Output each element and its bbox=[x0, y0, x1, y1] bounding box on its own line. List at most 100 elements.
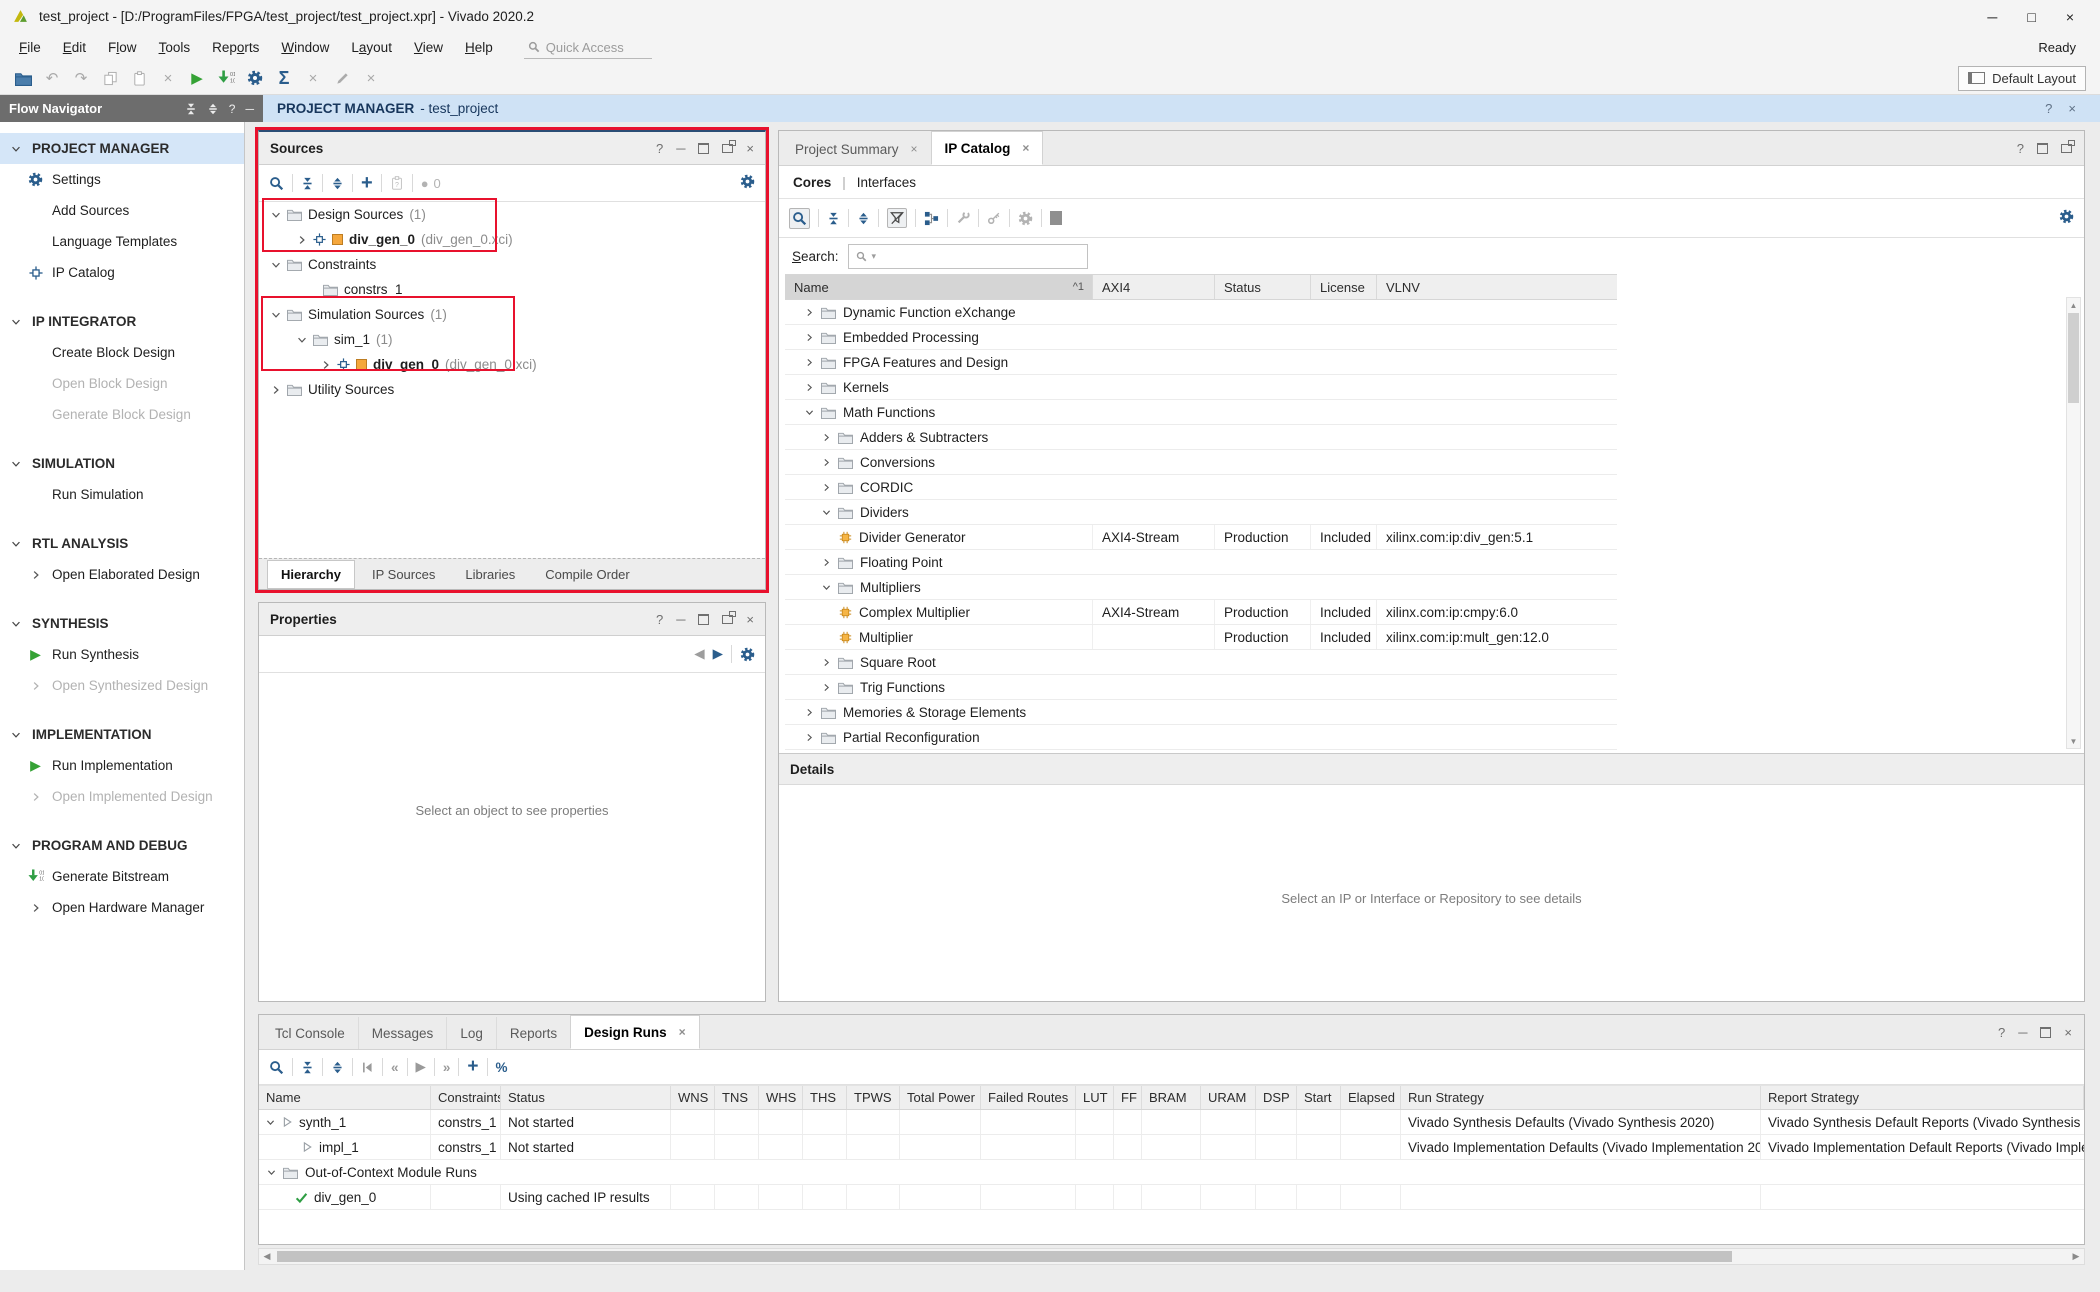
maximize-icon[interactable] bbox=[698, 143, 709, 154]
generate-bitstream-toolbar-button[interactable] bbox=[217, 69, 235, 87]
chevron-down-icon[interactable] bbox=[267, 1168, 276, 1177]
chevron-down-icon[interactable] bbox=[11, 317, 21, 327]
catalog-row[interactable]: Conversions bbox=[785, 450, 1617, 475]
tree-item-design-sources[interactable]: Design Sources(1) bbox=[259, 202, 765, 227]
section-project-manager[interactable]: PROJECT MANAGER bbox=[0, 133, 244, 164]
section-implementation[interactable]: IMPLEMENTATION bbox=[0, 719, 244, 750]
paste-button[interactable] bbox=[130, 69, 148, 87]
catalog-row[interactable]: Embedded Processing bbox=[785, 325, 1617, 350]
scroll-down-icon[interactable]: ▼ bbox=[2067, 734, 2080, 748]
chevron-right-icon[interactable] bbox=[822, 558, 831, 567]
chevron-right-icon[interactable] bbox=[27, 570, 44, 580]
run-button[interactable]: ▶ bbox=[188, 69, 206, 87]
minimize-icon[interactable]: ─ bbox=[2018, 1025, 2027, 1040]
tree-item-sim-1[interactable]: sim_1(1) bbox=[259, 327, 765, 352]
help-icon[interactable]: ? bbox=[2045, 101, 2052, 116]
chevron-right-icon[interactable] bbox=[271, 385, 281, 395]
section-ip-integrator[interactable]: IP INTEGRATOR bbox=[0, 306, 244, 337]
column-dsp[interactable]: DSP bbox=[1256, 1086, 1297, 1109]
column-lut[interactable]: LUT bbox=[1076, 1086, 1114, 1109]
gear-icon[interactable] bbox=[740, 647, 755, 662]
menu-flow[interactable]: Flow bbox=[97, 36, 148, 59]
column-name[interactable]: Name bbox=[259, 1086, 431, 1109]
expand-all-icon[interactable] bbox=[331, 1061, 344, 1074]
nav-language-templates[interactable]: Language Templates bbox=[0, 226, 244, 257]
collapse-all-icon[interactable] bbox=[301, 1061, 314, 1074]
close-button[interactable]: × bbox=[2066, 9, 2074, 25]
catalog-row[interactable]: Memories & Storage Elements bbox=[785, 700, 1617, 725]
catalog-ip-row-multiplier[interactable]: Multiplier Production Included xilinx.co… bbox=[785, 625, 1617, 650]
search-toggle-icon[interactable] bbox=[789, 208, 810, 229]
scroll-left-icon[interactable]: ◀ bbox=[259, 1249, 275, 1264]
chevron-down-icon[interactable] bbox=[11, 539, 21, 549]
quick-access-search[interactable]: Quick Access bbox=[524, 37, 652, 59]
catalog-row[interactable]: Kernels bbox=[785, 375, 1617, 400]
vertical-scrollbar[interactable]: ▲ ▼ bbox=[2066, 297, 2081, 749]
create-run-icon[interactable]: + bbox=[467, 1056, 478, 1078]
maximize-button[interactable]: □ bbox=[2027, 9, 2035, 25]
gear-icon[interactable] bbox=[2059, 209, 2074, 224]
tab-log[interactable]: Log bbox=[447, 1017, 497, 1049]
open-folder-button[interactable] bbox=[14, 69, 32, 87]
chevron-down-icon[interactable] bbox=[805, 408, 814, 417]
tab-tcl-console[interactable]: Tcl Console bbox=[262, 1017, 359, 1049]
column-license[interactable]: License bbox=[1311, 275, 1377, 299]
float-icon[interactable] bbox=[722, 144, 733, 153]
chevron-down-icon[interactable] bbox=[822, 508, 831, 517]
filter-icon[interactable] bbox=[887, 208, 907, 228]
column-total-power[interactable]: Total Power bbox=[900, 1086, 981, 1109]
expand-all-icon[interactable] bbox=[857, 212, 870, 225]
close-tab-icon[interactable]: × bbox=[1022, 141, 1029, 155]
run-row-impl-1[interactable]: impl_1 constrs_1 Not started Vivado Impl… bbox=[259, 1135, 2084, 1160]
column-status[interactable]: Status bbox=[501, 1086, 671, 1109]
copy-button[interactable] bbox=[101, 69, 119, 87]
catalog-row[interactable]: Dynamic Function eXchange bbox=[785, 300, 1617, 325]
chevron-down-icon[interactable] bbox=[11, 730, 21, 740]
gear-icon[interactable] bbox=[740, 174, 755, 189]
column-wns[interactable]: WNS bbox=[671, 1086, 715, 1109]
nav-ip-catalog[interactable]: IP Catalog bbox=[0, 257, 244, 288]
chevron-right-icon[interactable] bbox=[822, 683, 831, 692]
edit-button[interactable] bbox=[333, 69, 351, 87]
tree-item-constrs-1[interactable]: constrs_1 bbox=[259, 277, 765, 302]
close-icon[interactable]: × bbox=[746, 141, 754, 156]
scrollbar-thumb[interactable] bbox=[277, 1251, 1732, 1262]
catalog-row[interactable]: Multipliers bbox=[785, 575, 1617, 600]
subtab-interfaces[interactable]: Interfaces bbox=[857, 175, 916, 190]
minimize-icon[interactable]: ─ bbox=[676, 141, 685, 156]
nav-add-sources[interactable]: Add Sources bbox=[0, 195, 244, 226]
chevron-right-icon[interactable] bbox=[805, 358, 814, 367]
run-row-synth-1[interactable]: synth_1 constrs_1 Not started Vivado Syn… bbox=[259, 1110, 2084, 1135]
close-workspace-icon[interactable]: × bbox=[2068, 101, 2076, 116]
menu-window[interactable]: Window bbox=[270, 36, 340, 59]
help-icon[interactable]: ? bbox=[656, 612, 663, 627]
layout-selector[interactable]: Default Layout bbox=[1958, 66, 2086, 91]
column-status[interactable]: Status bbox=[1215, 275, 1311, 299]
chevron-right-icon[interactable] bbox=[805, 708, 814, 717]
column-report-strategy[interactable]: Report Strategy bbox=[1761, 1086, 2084, 1109]
catalog-ip-row-complex-multiplier[interactable]: Complex Multiplier AXI4-Stream Productio… bbox=[785, 600, 1617, 625]
menu-tools[interactable]: Tools bbox=[148, 36, 202, 59]
tab-design-runs[interactable]: Design Runs × bbox=[570, 1015, 700, 1049]
scroll-up-icon[interactable]: ▲ bbox=[2067, 298, 2080, 312]
collapse-all-icon[interactable] bbox=[301, 177, 314, 190]
sum-reports-button[interactable]: Σ bbox=[275, 69, 293, 87]
catalog-ip-row-divider-generator[interactable]: Divider Generator AXI4-Stream Production… bbox=[785, 525, 1617, 550]
tab-compile-order[interactable]: Compile Order bbox=[532, 561, 643, 588]
chevron-right-icon[interactable] bbox=[822, 433, 831, 442]
maximize-icon[interactable] bbox=[2037, 143, 2048, 154]
float-icon[interactable] bbox=[722, 615, 733, 624]
column-elapsed[interactable]: Elapsed bbox=[1341, 1086, 1401, 1109]
add-sources-icon[interactable]: + bbox=[361, 172, 373, 195]
tab-ip-catalog[interactable]: IP Catalog × bbox=[931, 131, 1044, 165]
section-synthesis[interactable]: SYNTHESIS bbox=[0, 608, 244, 639]
tab-ip-sources[interactable]: IP Sources bbox=[359, 561, 448, 588]
nav-run-implementation[interactable]: ▶Run Implementation bbox=[0, 750, 244, 781]
help-icon[interactable]: ? bbox=[1998, 1025, 2005, 1040]
nav-open-elaborated-design[interactable]: Open Elaborated Design bbox=[0, 559, 244, 590]
column-uram[interactable]: URAM bbox=[1201, 1086, 1256, 1109]
catalog-row[interactable]: Floating Point bbox=[785, 550, 1617, 575]
chevron-down-icon[interactable] bbox=[11, 619, 21, 629]
catalog-row[interactable]: Trig Functions bbox=[785, 675, 1617, 700]
close-tab-icon[interactable]: × bbox=[679, 1025, 686, 1039]
